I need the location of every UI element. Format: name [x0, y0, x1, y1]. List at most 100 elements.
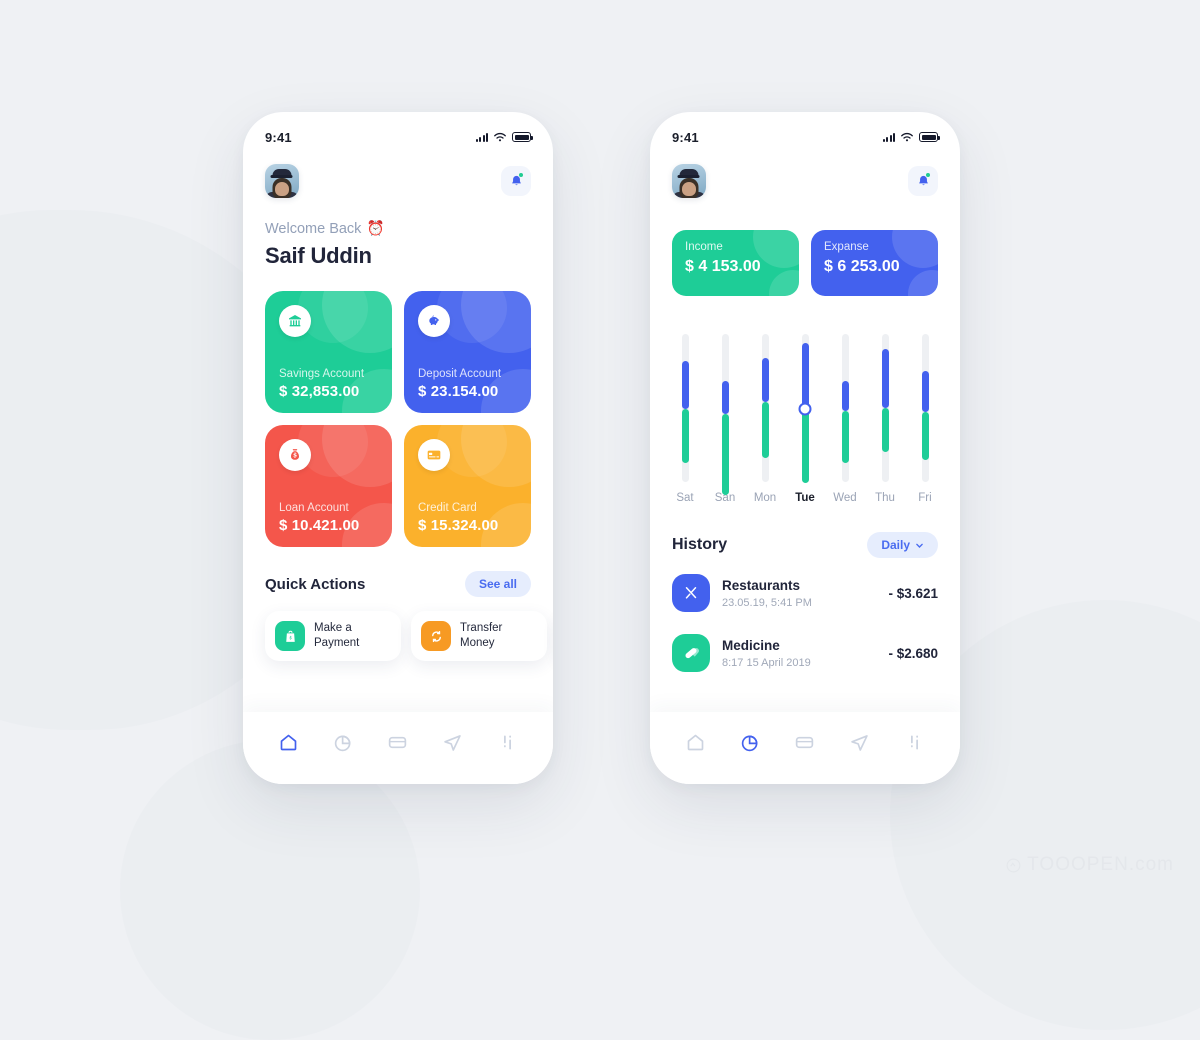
bottom-navigation[interactable] [243, 712, 553, 784]
history-item[interactable]: Restaurants 23.05.19, 5:41 PM - $3.621 [672, 574, 938, 612]
nav-more-icon[interactable] [902, 729, 928, 755]
account-amount: $ 15.324.00 [418, 517, 499, 534]
status-bar: 9:41 [672, 112, 940, 154]
nav-more-icon[interactable] [495, 729, 521, 755]
quick-action-transfer-money[interactable]: Transfer Money [411, 611, 547, 661]
nav-home-icon[interactable] [275, 729, 301, 755]
account-amount: $ 32,853.00 [279, 383, 360, 400]
chart-bar-mon[interactable] [752, 334, 778, 482]
chart-segment-income [841, 410, 849, 463]
account-label: Savings Account [279, 368, 365, 380]
account-label: Credit Card [418, 502, 477, 514]
nav-pie-chart-icon[interactable] [737, 729, 763, 755]
nav-send-icon[interactable] [440, 729, 466, 755]
chart-segment-income [921, 412, 929, 460]
nav-pie-chart-icon[interactable] [330, 729, 356, 755]
expense-label: Expanse [824, 241, 869, 253]
expense-amount: $ 6 253.00 [824, 258, 900, 275]
bank-icon [279, 305, 311, 337]
income-card[interactable]: Income $ 4 153.00 [672, 230, 799, 296]
chart-bar-track [681, 334, 689, 482]
chart-label-sat[interactable]: Sat [672, 492, 698, 504]
see-all-button[interactable]: See all [464, 571, 531, 597]
battery-icon [919, 132, 940, 142]
chart-segment-expense [681, 360, 689, 410]
chevron-down-icon [916, 543, 923, 548]
chart-segment-expense [721, 381, 729, 414]
history-filter-dropdown[interactable]: Daily [867, 532, 938, 558]
chart-bar-wed[interactable] [832, 334, 858, 482]
nav-send-icon[interactable] [847, 729, 873, 755]
wifi-icon [494, 132, 506, 141]
chart-segment-income [721, 413, 729, 496]
notification-badge [518, 172, 524, 178]
chart-bar-track [761, 334, 769, 482]
piggy-bank-icon [418, 305, 450, 337]
accounts-grid: Savings Account $ 32,853.00 Deposit Acco… [265, 291, 531, 547]
quick-action-label: Transfer Money [460, 621, 502, 651]
shopping-bag-icon [275, 621, 305, 651]
header [672, 164, 938, 198]
money-bag-icon [279, 439, 311, 471]
chart-segment-expense [881, 348, 889, 408]
welcome-text: Welcome Back ⏰ [265, 220, 531, 238]
quick-action-label: Make a Payment [314, 621, 359, 651]
history-item-amount: - $3.621 [888, 585, 938, 601]
bottom-navigation[interactable] [650, 712, 960, 784]
status-bar: 9:41 [265, 112, 533, 154]
income-label: Income [685, 241, 723, 253]
chart-label-wed[interactable]: Wed [832, 492, 858, 504]
pill-glyph [685, 648, 699, 659]
chart-segment-income [681, 409, 689, 463]
quick-actions-row[interactable]: Make a Payment Transfer Money [265, 611, 547, 661]
chart-bar-san[interactable] [712, 334, 738, 496]
nav-card-icon[interactable] [385, 729, 411, 755]
chart-label-thu[interactable]: Thu [872, 492, 898, 504]
pill-icon [672, 634, 710, 672]
weekly-chart[interactable]: Sat San Mon Tue Wed Thu Fri [672, 334, 938, 504]
nav-home-icon[interactable] [682, 729, 708, 755]
quick-action-make-payment[interactable]: Make a Payment [265, 611, 401, 661]
account-card-deposit[interactable]: Deposit Account $ 23.154.00 [404, 291, 531, 413]
chart-bar-fri[interactable] [912, 334, 938, 482]
account-card-savings[interactable]: Savings Account $ 32,853.00 [265, 291, 392, 413]
credit-card-glyph [427, 450, 441, 460]
account-card-credit[interactable]: Credit Card $ 15.324.00 [404, 425, 531, 547]
exchange-glyph [431, 630, 441, 642]
history-item[interactable]: Medicine 8:17 15 April 2019 - $2.680 [672, 634, 938, 672]
account-card-loan[interactable]: Loan Account $ 10.421.00 [265, 425, 392, 547]
chart-bar-track [921, 334, 929, 482]
chart-label-tue[interactable]: Tue [792, 492, 818, 504]
account-label: Loan Account [279, 502, 349, 514]
expense-card[interactable]: Expanse $ 6 253.00 [811, 230, 938, 296]
history-item-date: 8:17 15 April 2019 [722, 656, 811, 669]
notification-badge [925, 172, 931, 178]
notification-button[interactable] [908, 166, 938, 196]
history-item-main: Medicine 8:17 15 April 2019 [722, 638, 876, 669]
chart-label-fri[interactable]: Fri [912, 492, 938, 504]
notification-button[interactable] [501, 166, 531, 196]
user-name: Saif Uddin [265, 243, 372, 268]
chart-segment-expense [801, 342, 809, 410]
history-list: Restaurants 23.05.19, 5:41 PM - $3.621 M… [672, 574, 938, 672]
account-amount: $ 23.154.00 [418, 383, 499, 400]
avatar[interactable] [672, 164, 706, 198]
account-amount: $ 10.421.00 [279, 517, 360, 534]
chart-bar-track [721, 334, 729, 496]
chart-bar-sat[interactable] [672, 334, 698, 482]
chart-label-mon[interactable]: Mon [752, 492, 778, 504]
exchange-icon [421, 621, 451, 651]
avatar[interactable] [265, 164, 299, 198]
chart-bar-tue[interactable] [792, 334, 818, 484]
history-item-date: 23.05.19, 5:41 PM [722, 596, 812, 609]
cutlery-glyph [685, 587, 697, 599]
quick-action-line1: Make a [314, 622, 352, 635]
phone-home-screen: 9:41 Welcome Back ⏰ Saif Uddin Savings A… [243, 112, 553, 784]
chart-bar-thu[interactable] [872, 334, 898, 482]
chart-selected-handle[interactable] [798, 402, 812, 416]
chart-segment-income [761, 402, 769, 459]
signal-icon [882, 132, 895, 142]
nav-card-icon[interactable] [792, 729, 818, 755]
quick-actions-title: Quick Actions [265, 575, 366, 593]
chart-segment-expense [841, 381, 849, 411]
